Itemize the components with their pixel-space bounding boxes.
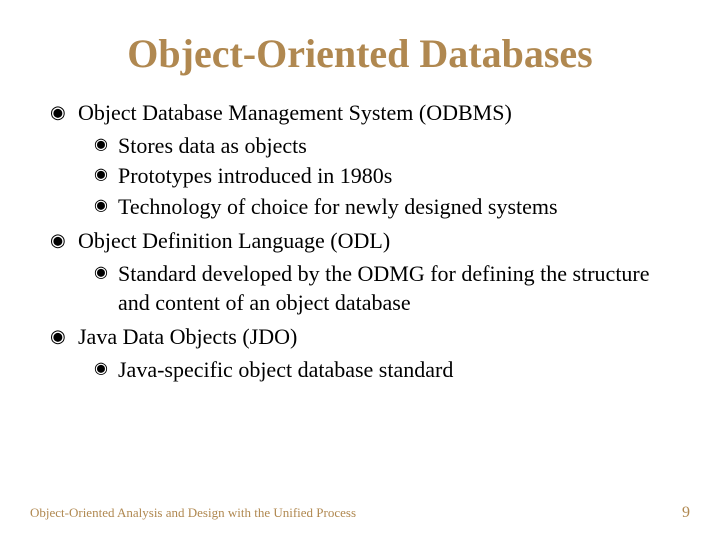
list-item: ◉ Java-specific object database standard: [50, 356, 670, 385]
bullet-icon: ◉: [94, 263, 108, 284]
list-item: ◉ Java Data Objects (JDO): [50, 323, 670, 352]
footer: Object-Oriented Analysis and Design with…: [30, 504, 690, 522]
item-text: Object Definition Language (ODL): [78, 228, 390, 253]
item-text: Standard developed by the ODMG for defin…: [118, 261, 650, 315]
bullet-icon: ◉: [94, 165, 108, 186]
item-text: Java Data Objects (JDO): [78, 324, 297, 349]
slide-title: Object-Oriented Databases: [50, 30, 670, 77]
bullet-icon: ◉: [94, 196, 108, 217]
item-text: Java-specific object database standard: [118, 357, 453, 382]
list-item: ◉ Prototypes introduced in 1980s: [50, 162, 670, 191]
item-text: Prototypes introduced in 1980s: [118, 163, 392, 188]
list-item: ◉ Object Database Management System (ODB…: [50, 99, 670, 128]
page-number: 9: [682, 504, 690, 522]
bullet-icon: ◉: [94, 135, 108, 156]
bullet-icon: ◉: [50, 325, 66, 348]
item-text: Stores data as objects: [118, 133, 307, 158]
slide: Object-Oriented Databases ◉ Object Datab…: [0, 0, 720, 540]
item-text: Object Database Management System (ODBMS…: [78, 100, 512, 125]
bullet-icon: ◉: [50, 229, 66, 252]
bullet-icon: ◉: [94, 359, 108, 380]
bullet-icon: ◉: [50, 101, 66, 124]
item-text: Technology of choice for newly designed …: [118, 194, 558, 219]
list-item: ◉ Stores data as objects: [50, 132, 670, 161]
list-item: ◉ Object Definition Language (ODL): [50, 227, 670, 256]
footer-text: Object-Oriented Analysis and Design with…: [30, 505, 356, 521]
list-item: ◉ Technology of choice for newly designe…: [50, 193, 670, 222]
list-item: ◉ Standard developed by the ODMG for def…: [50, 260, 670, 317]
